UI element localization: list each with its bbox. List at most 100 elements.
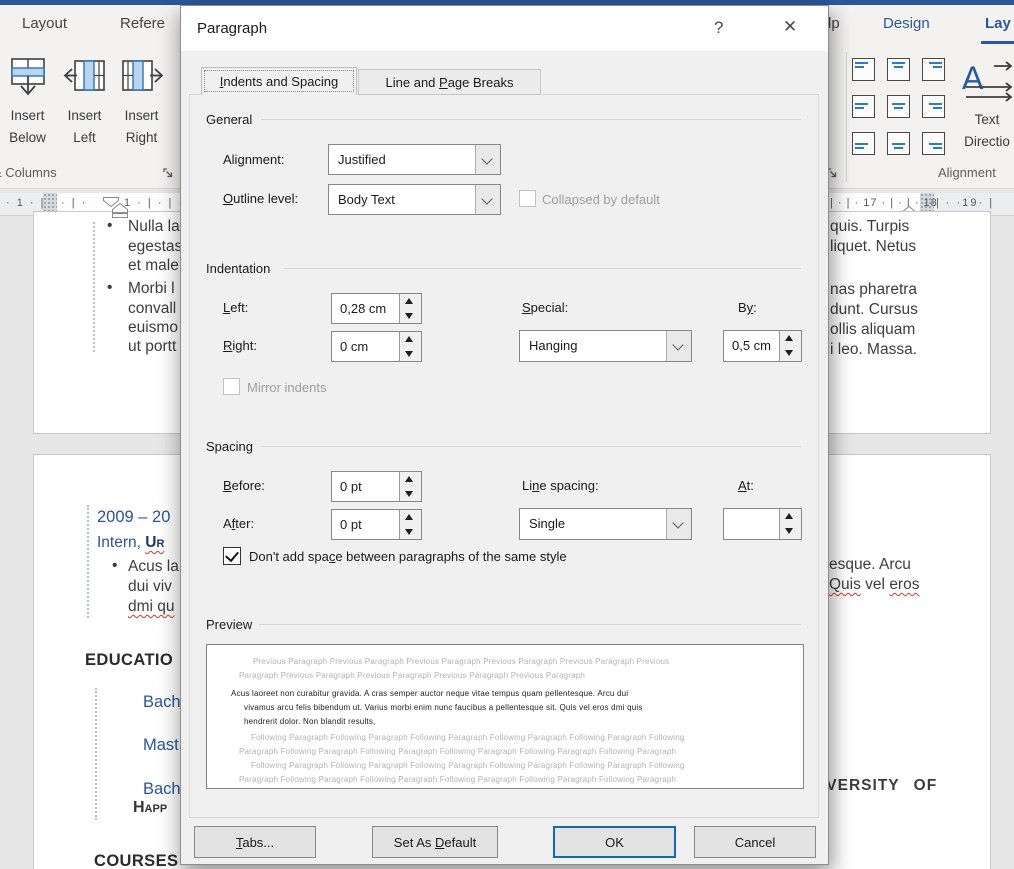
hanging-indent-marker[interactable]: [112, 202, 128, 223]
insert-below-button[interactable]: Insert Below: [1, 50, 54, 149]
ribbon-tab-table-design[interactable]: Design: [883, 15, 930, 32]
insert-left-label-1: Insert: [67, 108, 102, 123]
line-spacing-dropdown-value: Single: [529, 516, 566, 531]
right-indent-input[interactable]: 0 cm: [331, 331, 422, 362]
close-button[interactable]: ✕: [783, 17, 797, 37]
help-button[interactable]: ?: [714, 18, 723, 38]
outline-level-dropdown[interactable]: Body Text: [328, 184, 501, 215]
text-direction-label-1: Text: [974, 112, 1000, 127]
label-text: B: [738, 300, 747, 315]
before-label: Before:: [223, 478, 265, 493]
dialog-title: Paragraph: [197, 20, 268, 37]
group-label-rows-columns: & Columns: [0, 165, 57, 180]
preview-current-line: Acus laoreet non curabitur gravida. A cr…: [231, 689, 629, 698]
collapsed-by-default-label: Collapsed by default: [542, 192, 660, 207]
spin-up-icon[interactable]: [400, 294, 421, 309]
spacing-after-spinner: [399, 510, 421, 539]
at-input[interactable]: [723, 508, 802, 540]
rows-columns-dialog-launcher-icon[interactable]: [163, 166, 174, 184]
doc-text-fragment: eros: [889, 576, 920, 593]
by-label: By:: [738, 300, 757, 315]
spin-up-icon[interactable]: [780, 509, 801, 524]
align-bottom-left-button[interactable]: [851, 131, 875, 155]
doc-text-line: Acus la: [128, 558, 179, 575]
after-label: After:: [223, 516, 254, 531]
dont-add-space-label[interactable]: Don't add space between paragraphs of th…: [249, 549, 567, 564]
button-label-accel: D: [435, 834, 445, 850]
spin-down-icon[interactable]: [400, 487, 421, 502]
left-indent-input[interactable]: 0,28 cm: [331, 293, 422, 324]
ribbon-tab-references[interactable]: Refere: [120, 15, 165, 32]
ok-button[interactable]: OK: [553, 826, 676, 858]
tabs-button[interactable]: Tabs...: [194, 826, 316, 858]
align-top-left-button[interactable]: [851, 57, 875, 81]
set-as-default-button[interactable]: Set As Default: [372, 826, 498, 858]
align-top-center-button[interactable]: [886, 57, 910, 81]
special-label: Special:: [522, 300, 568, 315]
align-center-right-button[interactable]: [921, 94, 945, 118]
spin-up-icon[interactable]: [400, 472, 421, 487]
chevron-down-icon[interactable]: [666, 509, 691, 539]
doc-text-line: ut portt: [128, 338, 177, 355]
chevron-down-icon[interactable]: [475, 185, 500, 214]
ruler-ticks-left-inner-2: 1 · | · | ·: [124, 197, 185, 209]
label-text: Li: [522, 478, 533, 493]
indentation-divider: [284, 268, 801, 269]
spin-down-icon[interactable]: [780, 524, 801, 539]
spin-up-icon[interactable]: [400, 332, 421, 347]
doc-text-line: et male: [128, 257, 179, 274]
align-top-right-button[interactable]: [921, 57, 945, 81]
insert-right-table-icon: [120, 56, 164, 105]
insert-right-button[interactable]: Insert Right: [115, 50, 168, 149]
chevron-down-icon[interactable]: [475, 145, 500, 174]
left-indent-value[interactable]: 0,28 cm: [332, 294, 399, 323]
spacing-after-value[interactable]: 0 pt: [332, 510, 399, 539]
text-direction-button[interactable]: A Text Directio: [958, 50, 1014, 153]
right-indent-value[interactable]: 0 cm: [332, 332, 399, 361]
align-top-right-icon: [921, 57, 945, 81]
align-center-left-button[interactable]: [851, 94, 875, 118]
align-bottom-right-button[interactable]: [921, 131, 945, 155]
spin-down-icon[interactable]: [780, 346, 801, 361]
at-value[interactable]: [724, 509, 779, 539]
insert-right-label-2: Right: [125, 130, 158, 145]
general-heading: General: [206, 112, 253, 127]
spin-down-icon[interactable]: [400, 525, 421, 540]
align-bottom-center-button[interactable]: [886, 131, 910, 155]
doc-text-line: ollis aliquam: [830, 321, 916, 338]
align-bottom-center-icon: [886, 131, 910, 155]
special-dropdown[interactable]: Hanging: [519, 330, 692, 362]
line-spacing-dropdown[interactable]: Single: [519, 508, 692, 540]
tab-indents-and-spacing[interactable]: Indents and Spacing: [201, 67, 357, 95]
doc-degree-line: Mast: [143, 736, 179, 754]
ribbon-tab-layout[interactable]: Layout: [22, 15, 67, 32]
spin-up-icon[interactable]: [780, 331, 801, 346]
at-spinner: [779, 509, 801, 539]
insert-left-button[interactable]: Insert Left: [58, 50, 111, 149]
spin-down-icon[interactable]: [400, 309, 421, 324]
ruler-ticks-right-outer: | · ·19· |: [936, 197, 995, 209]
spacing-before-value[interactable]: 0 pt: [332, 472, 399, 501]
cancel-button[interactable]: Cancel: [694, 826, 816, 858]
preview-following-line: Paragraph Following Paragraph Following …: [239, 775, 677, 784]
insert-left-label-2: Left: [73, 130, 96, 145]
by-value[interactable]: 0,5 cm: [724, 331, 779, 361]
ribbon-tab-table-layout[interactable]: Lay: [985, 15, 1011, 32]
outline-level-label: Outline level:: [223, 191, 298, 206]
dont-add-space-checkbox[interactable]: [223, 547, 241, 565]
by-input[interactable]: 0,5 cm: [723, 330, 802, 362]
insert-below-label-2: Below: [9, 130, 46, 145]
spin-down-icon[interactable]: [400, 347, 421, 362]
tab-line-and-page-breaks[interactable]: Line and Page Breaks: [358, 69, 541, 95]
mirror-indents-checkbox: [223, 378, 240, 395]
dialog-titlebar[interactable]: [181, 6, 828, 51]
spacing-after-input[interactable]: 0 pt: [331, 509, 422, 540]
spin-up-icon[interactable]: [400, 510, 421, 525]
ribbon-tab-help[interactable]: lp: [828, 15, 840, 32]
align-center-button[interactable]: [886, 94, 910, 118]
doc-company-smallcaps: Ur: [145, 534, 165, 551]
alignment-dropdown[interactable]: Justified: [328, 144, 501, 175]
chevron-down-icon[interactable]: [666, 331, 691, 361]
spacing-before-input[interactable]: 0 pt: [331, 471, 422, 502]
ruler-ticks-left-outer: · 1 · |: [6, 197, 46, 209]
